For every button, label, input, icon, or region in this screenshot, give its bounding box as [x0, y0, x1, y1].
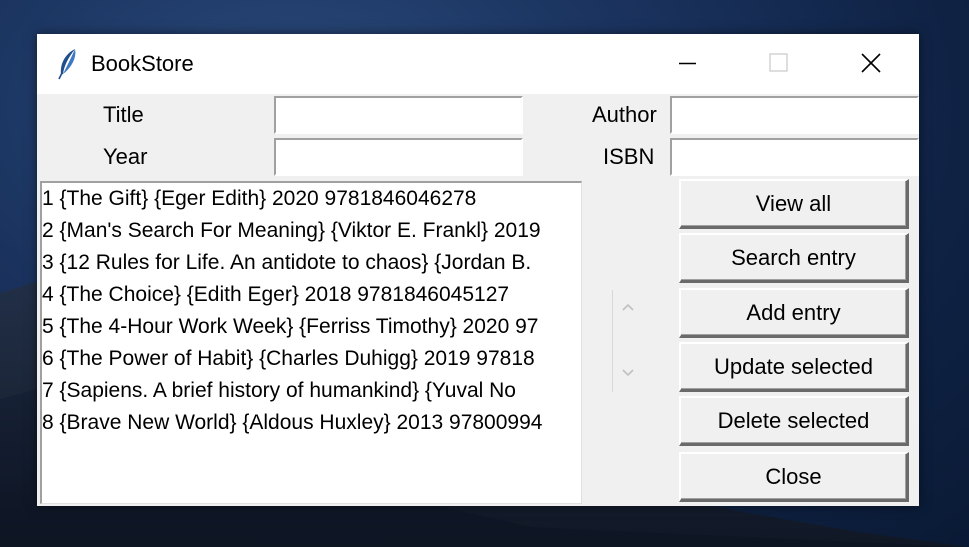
- year-label: Year: [103, 144, 148, 169]
- bookstore-window: BookStore Title Author Year ISBN 1 {The …: [37, 34, 919, 506]
- update-selected-button[interactable]: Update selected: [679, 342, 909, 392]
- view-all-button[interactable]: View all: [679, 179, 909, 229]
- add-entry-button[interactable]: Add entry: [679, 288, 909, 338]
- close-button[interactable]: Close: [679, 452, 909, 502]
- author-label: Author: [592, 102, 657, 127]
- maximize-button[interactable]: [755, 34, 801, 94]
- title-input[interactable]: [274, 96, 523, 134]
- close-window-button[interactable]: [848, 34, 894, 94]
- close-icon: [861, 53, 881, 73]
- list-item[interactable]: 2 {Man's Search For Meaning} {Viktor E. …: [42, 215, 541, 247]
- delete-selected-button[interactable]: Delete selected: [679, 396, 909, 446]
- isbn-label: ISBN: [603, 144, 655, 169]
- window-title: BookStore: [91, 51, 194, 76]
- list-item[interactable]: 3 {12 Rules for Life. An antidote to cha…: [42, 247, 531, 279]
- year-input[interactable]: [274, 138, 523, 176]
- scroll-down-icon[interactable]: [621, 366, 635, 380]
- list-item[interactable]: 4 {The Choice} {Edith Eger} 2018 9781846…: [42, 279, 509, 311]
- list-scrollbar[interactable]: [612, 290, 639, 392]
- list-item[interactable]: 8 {Brave New World} {Aldous Huxley} 2013…: [42, 407, 542, 439]
- isbn-input[interactable]: [670, 138, 919, 176]
- maximize-icon: [769, 53, 788, 72]
- list-item[interactable]: 5 {The 4-Hour Work Week} {Ferriss Timoth…: [42, 311, 538, 343]
- title-bar[interactable]: BookStore: [37, 34, 919, 94]
- title-label: Title: [103, 102, 144, 127]
- list-item[interactable]: 7 {Sapiens. A brief history of humankind…: [42, 375, 516, 407]
- minimize-button[interactable]: [664, 34, 710, 94]
- scroll-up-icon[interactable]: [621, 300, 635, 314]
- author-input[interactable]: [670, 96, 919, 134]
- search-entry-button[interactable]: Search entry: [679, 233, 909, 283]
- books-listbox[interactable]: 1 {The Gift} {Eger Edith} 2020 978184604…: [40, 181, 582, 504]
- list-item[interactable]: 6 {The Power of Habit} {Charles Duhigg} …: [42, 343, 535, 375]
- minimize-icon: [679, 62, 696, 65]
- feather-icon: [58, 49, 76, 80]
- list-item[interactable]: 1 {The Gift} {Eger Edith} 2020 978184604…: [42, 183, 476, 215]
